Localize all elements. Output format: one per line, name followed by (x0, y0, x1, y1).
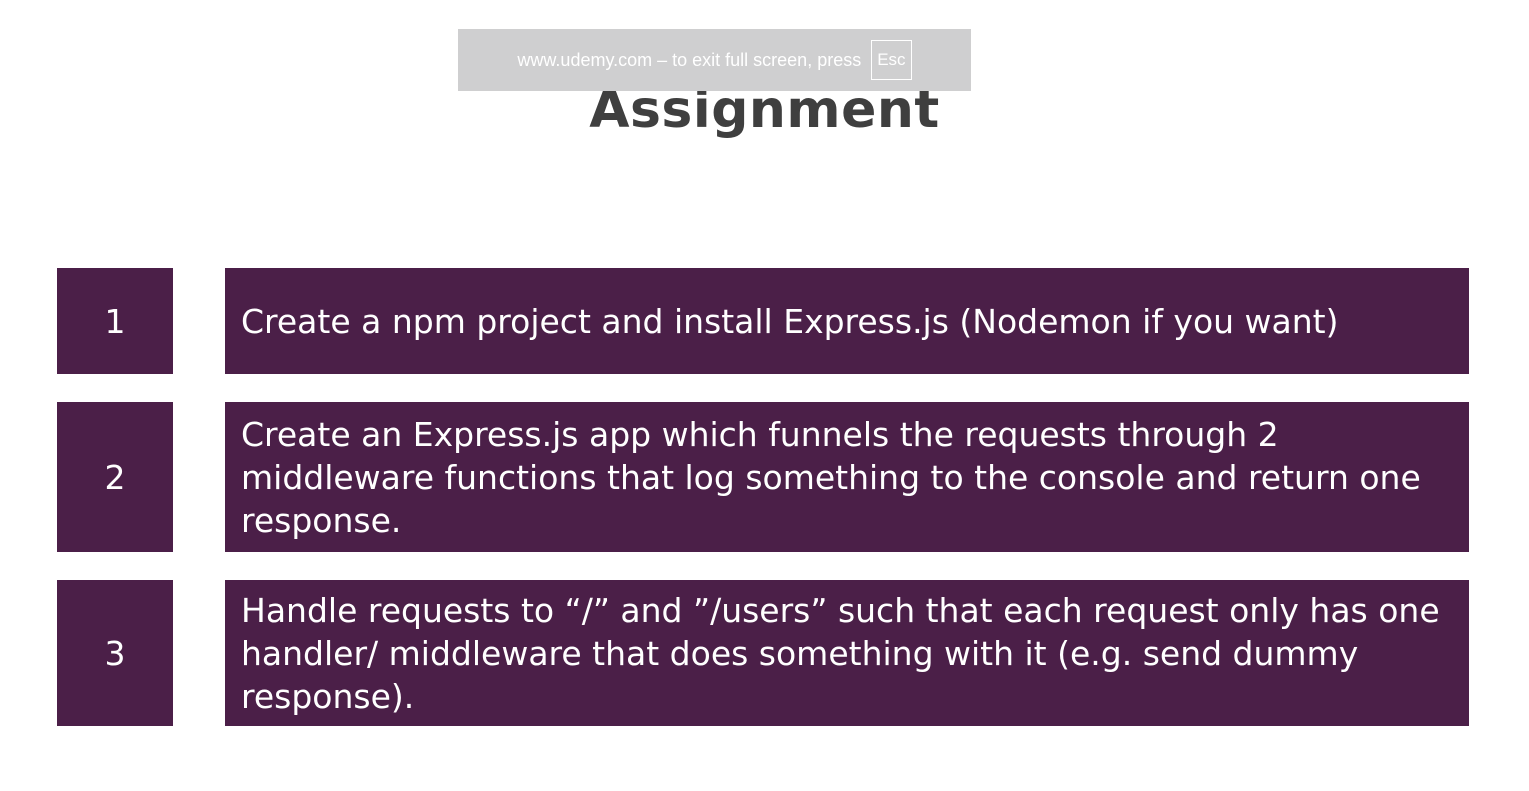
esc-key-hint: Esc (871, 40, 912, 80)
item-text-2: Create an Express.js app which funnels t… (225, 402, 1469, 552)
fullscreen-notice-text: www.udemy.com – to exit full screen, pre… (517, 49, 862, 70)
assignment-item-1: 1 Create a npm project and install Expre… (57, 268, 1469, 374)
item-number-1: 1 (57, 268, 173, 374)
item-text-1: Create a npm project and install Express… (225, 268, 1469, 374)
item-text-3: Handle requests to “/” and ”/users” such… (225, 580, 1469, 726)
item-number-3: 3 (57, 580, 173, 726)
item-number-2: 2 (57, 402, 173, 552)
assignment-item-3: 3 Handle requests to “/” and ”/users” su… (57, 580, 1469, 726)
assignment-item-2: 2 Create an Express.js app which funnels… (57, 402, 1469, 552)
fullscreen-exit-notice: www.udemy.com – to exit full screen, pre… (458, 29, 971, 91)
